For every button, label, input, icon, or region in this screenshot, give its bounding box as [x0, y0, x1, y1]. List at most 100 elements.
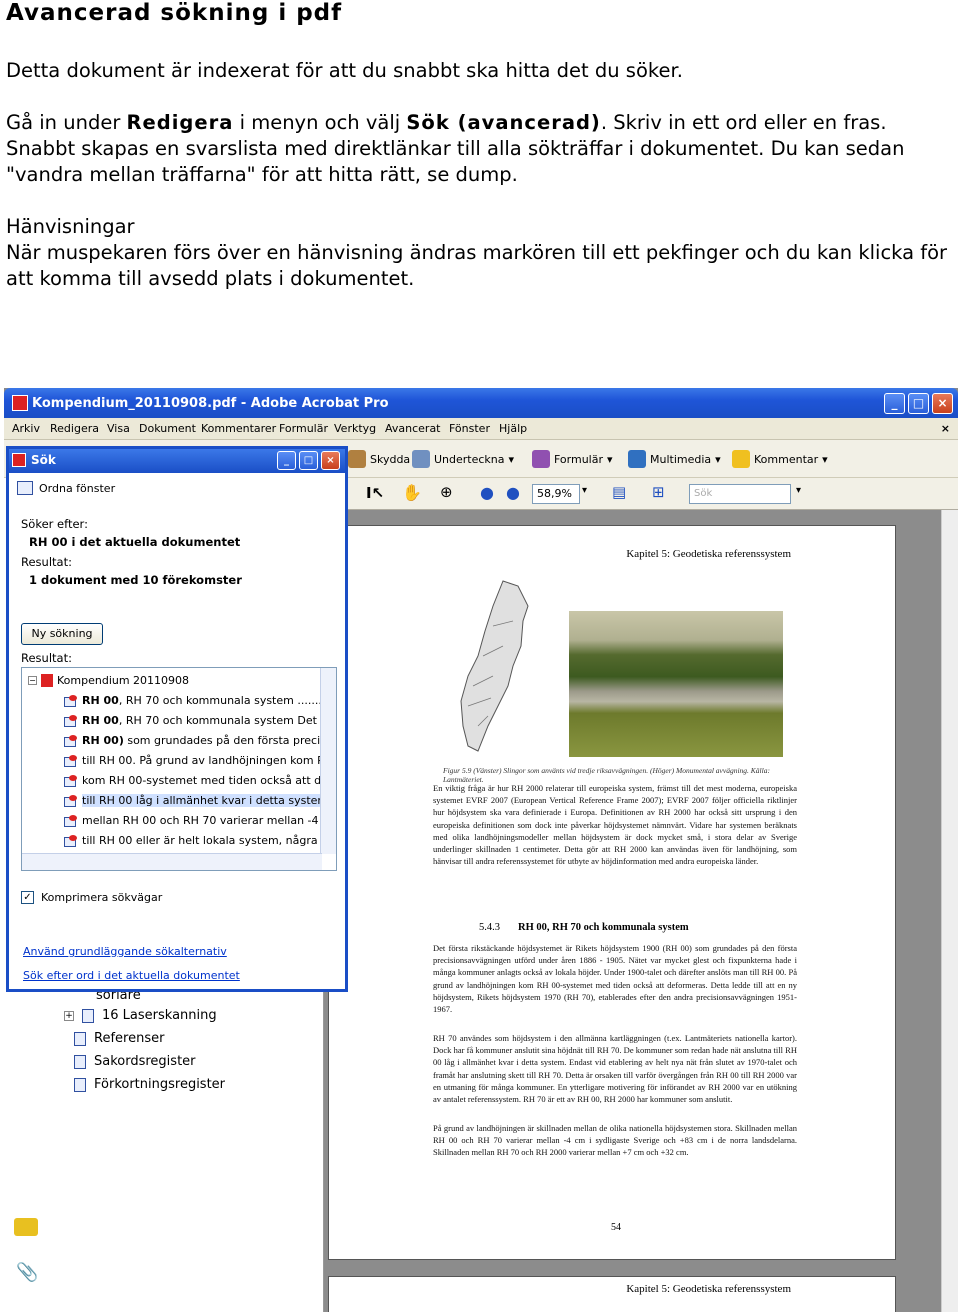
instructions-paragraph: Gå in under Redigera i menyn och välj Sö…: [6, 111, 905, 186]
result-item[interactable]: kom RH 00-systemet med tiden också att d…: [64, 774, 336, 787]
fit-width-icon[interactable]: ⊞: [652, 483, 665, 501]
close-button[interactable]: ×: [932, 393, 953, 414]
maximize-button[interactable]: □: [908, 393, 929, 414]
compress-paths-label: Komprimera sökvägar: [41, 891, 163, 904]
multimedia-button[interactable]: Multimedia ▾: [628, 450, 721, 468]
film-icon: [628, 450, 646, 468]
menu-fonster[interactable]: Fönster: [449, 422, 490, 435]
zoom-out-icon[interactable]: ●: [480, 483, 494, 502]
page-paragraph: RH 70 användes som höjdsystem i den allm…: [433, 1033, 797, 1105]
page-paragraph: Det första rikstäckande höjdsystemet är …: [433, 943, 797, 1015]
find-dropdown-icon[interactable]: ▾: [796, 485, 801, 496]
menu-avancerat[interactable]: Avancerat: [385, 422, 441, 435]
references-paragraph: När muspekaren förs över en hänvisning ä…: [6, 241, 948, 290]
bookmark-item[interactable]: Sakordsregister: [74, 1054, 196, 1069]
zoom-level-field[interactable]: 58,9%: [532, 484, 580, 504]
bookmark-item[interactable]: Förkortningsregister: [74, 1077, 225, 1092]
search-window: Sök _ □ × Ordna fönster Söker efter: RH …: [6, 446, 348, 992]
result-label: Resultat:: [21, 555, 72, 569]
search-minimize-button[interactable]: _: [277, 451, 296, 470]
result-item[interactable]: RH 00, RH 70 och kommunala system Det fö…: [64, 714, 336, 727]
hit-icon: [64, 754, 78, 767]
bookmark-icon: [82, 1008, 94, 1023]
pdf-page: Kapitel 5: Geodetiska referenssystem Fig…: [328, 525, 896, 1260]
result-item[interactable]: mellan RH 00 och RH 70 varierar mellan -…: [64, 814, 336, 827]
search-window-body: Ordna fönster Söker efter: RH 00 i det a…: [9, 473, 345, 989]
menu-formular[interactable]: Formulär: [279, 422, 328, 435]
document-view: Kapitel 5: Geodetiska referenssystem Fig…: [324, 510, 958, 1312]
menu-arkiv[interactable]: Arkiv: [12, 422, 40, 435]
search-current-document-link[interactable]: Sök efter ord i det aktuella dokumentet: [23, 969, 240, 982]
find-input[interactable]: Sök: [689, 484, 791, 504]
bookmark-item[interactable]: +16 Laserskanning: [64, 1008, 217, 1023]
results-vertical-scrollbar[interactable]: [320, 668, 336, 854]
search-window-titlebar: Sök _ □ ×: [9, 449, 345, 473]
document-scrollbar[interactable]: [941, 510, 958, 1312]
section-heading: 5.4.3 RH 00, RH 70 och kommunala system: [479, 922, 689, 933]
compress-paths-checkbox[interactable]: ✓: [21, 891, 34, 904]
menu-redigera[interactable]: Redigera: [50, 422, 99, 435]
references-heading: Hänvisningar: [6, 215, 135, 238]
arrange-windows-button[interactable]: Ordna fönster: [17, 481, 115, 495]
marquee-zoom-icon[interactable]: ⊕: [440, 483, 453, 501]
hand-tool-icon[interactable]: ✋: [402, 483, 422, 502]
page-header: Kapitel 5: Geodetiska referenssystem: [626, 1283, 791, 1295]
skydda-button[interactable]: Skydda ▾: [348, 450, 420, 468]
menu-verktyg[interactable]: Verktyg: [334, 422, 376, 435]
menu-reference: Redigera: [126, 111, 234, 134]
underteckna-button[interactable]: Underteckna ▾: [412, 450, 514, 468]
page-paragraph: En viktig fråga är hur RH 2000 relaterar…: [433, 783, 797, 867]
bookmark-icon: [74, 1054, 86, 1069]
hit-icon: [64, 834, 78, 847]
basic-search-options-link[interactable]: Använd grundläggande sökalternativ: [23, 945, 227, 958]
result-item[interactable]: till RH 00 eller är helt lokala system, …: [64, 834, 336, 847]
searched-for-label: Söker efter:: [21, 517, 88, 531]
acrobat-icon: [12, 395, 28, 411]
search-window-title: Sök: [31, 453, 56, 467]
results-horizontal-scrollbar[interactable]: [22, 853, 322, 870]
zoom-dropdown-icon[interactable]: ▾: [582, 485, 587, 496]
menu-hjalp[interactable]: Hjälp: [499, 422, 527, 435]
bookmark-icon: [74, 1031, 86, 1046]
hit-icon: [64, 794, 78, 807]
result-item[interactable]: till RH 00. På grund av landhöjningen ko…: [64, 754, 336, 767]
menu-dokument[interactable]: Dokument: [139, 422, 196, 435]
search-maximize-button[interactable]: □: [299, 451, 318, 470]
next-pdf-page: Kapitel 5: Geodetiska referenssystem: [328, 1276, 896, 1312]
window-titlebar: Kompendium_20110908.pdf - Adobe Acrobat …: [4, 388, 958, 418]
bookmark-icon: [74, 1077, 86, 1092]
minimize-button[interactable]: _: [884, 393, 905, 414]
select-tool-icon[interactable]: I↖: [366, 484, 384, 502]
arrange-icon: [17, 481, 33, 495]
menu-kommentarer[interactable]: Kommentarer: [201, 422, 276, 435]
document-title: Avancerad sökning i pdf: [6, 0, 343, 26]
result-item[interactable]: RH 00, RH 70 och kommunala system ......…: [64, 694, 336, 707]
new-search-button[interactable]: Ny sökning: [21, 623, 103, 645]
hit-icon: [64, 814, 78, 827]
hit-icon: [64, 694, 78, 707]
attachment-icon[interactable]: 📎: [16, 1262, 38, 1283]
lock-icon: [348, 450, 366, 468]
hit-icon: [64, 714, 78, 727]
acrobat-screenshot: Kompendium_20110908.pdf - Adobe Acrobat …: [4, 388, 958, 1312]
search-close-button[interactable]: ×: [321, 451, 340, 470]
formular-button[interactable]: Formulär ▾: [532, 450, 613, 468]
page-number: 54: [611, 1222, 621, 1233]
comment-icon: [732, 450, 750, 468]
pen-icon: [412, 450, 430, 468]
kommentar-button[interactable]: Kommentar ▾: [732, 450, 828, 468]
bookmark-item[interactable]: Referenser: [74, 1031, 164, 1046]
page-paragraph: På grund av landhöjningen är skillnaden …: [433, 1123, 797, 1158]
menu-visa[interactable]: Visa: [107, 422, 130, 435]
zoom-in-icon[interactable]: ●: [506, 483, 520, 502]
menu-bar: Arkiv Redigera Visa Dokument Kommentarer…: [4, 418, 958, 440]
results-root[interactable]: − Kompendium 20110908: [28, 674, 189, 687]
close-document-icon[interactable]: ×: [941, 422, 950, 435]
result-item[interactable]: RH 00) som grundades på den första preci…: [64, 734, 336, 747]
page-header: Kapitel 5: Geodetiska referenssystem: [626, 548, 791, 560]
results-label: Resultat:: [21, 651, 72, 665]
fit-page-icon[interactable]: ▤: [612, 483, 626, 501]
window-title: Kompendium_20110908.pdf - Adobe Acrobat …: [32, 396, 389, 411]
comments-icon[interactable]: [14, 1218, 38, 1236]
result-item-selected[interactable]: till RH 00 låg i allmänhet kvar i detta …: [64, 794, 336, 807]
